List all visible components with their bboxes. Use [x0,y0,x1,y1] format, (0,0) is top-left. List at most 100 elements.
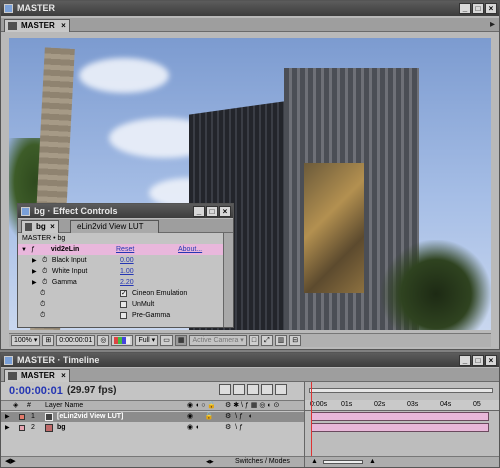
layer-name-column[interactable]: Layer Name [45,401,83,411]
safe-zones-icon[interactable]: ⊞ [42,335,55,346]
maximize-button[interactable]: □ [472,3,484,14]
label-color-swatch[interactable] [19,425,25,431]
motion-blur-icon[interactable] [261,384,273,395]
switches-modes-toggle[interactable]: Switches / Modes [235,457,290,467]
expand-triangle-icon[interactable]: ▶ [32,278,40,289]
time-graph-footer: ▲ ▲ [305,456,499,467]
layer-1-duration-bar[interactable] [311,412,489,421]
fx-toggle-icon[interactable]: ƒ [31,244,39,255]
zoom-in-icon[interactable]: ▲ [369,457,376,467]
tab-master[interactable]: MASTER × [4,19,70,32]
region-of-interest-icon[interactable]: ▭ [160,335,173,346]
stopwatch-icon[interactable]: ⏱ [40,299,48,310]
reset-link[interactable]: Reset [116,244,134,255]
zoom-dropdown[interactable]: 100% ▾ [11,335,41,346]
tab-label: MASTER [21,21,55,30]
time-navigator[interactable] [309,388,493,393]
label-color-swatch[interactable] [19,414,25,420]
effect-controls-titlebar[interactable]: bg · Effect Controls _ □ × [18,204,233,218]
layer-switches-icons: ⚙ ✱ \ ƒ ▦ ◎ ◐ ⊙ [225,402,280,409]
expand-panel-icon[interactable]: ◀▶ [5,457,16,467]
layer-1-effect-switches[interactable]: ⚙ \ ƒ ◐ [225,412,253,422]
effect-tab-row: bg × eLin2vid View LUT [18,219,233,233]
app-icon [21,207,30,216]
time-ruler[interactable]: 0:00s 01s 02s 03s 04s 05 [305,400,499,411]
toggle-panel-icon[interactable]: ◀▶ [206,457,214,467]
checkbox-row-cineon: ⏱ ✓ Cineon Emulation [40,288,188,299]
effect-header-row[interactable]: ▼ ƒ vid2eLin Reset About... [18,244,223,255]
tab-bg[interactable]: bg × [21,220,59,233]
param-row-gamma: ▶ ⏱ Gamma 2.20 [32,277,223,288]
effect-controls-scrollbar[interactable] [223,233,233,327]
tab-master-timeline[interactable]: MASTER × [4,369,70,382]
zoom-out-icon[interactable]: ▲ [311,457,318,467]
about-link[interactable]: About... [178,244,202,255]
pre-gamma-checkbox[interactable] [120,312,127,319]
unmult-checkbox[interactable] [120,301,127,308]
draft-3d-icon[interactable] [275,384,287,395]
layer-outline: 0:00:00:01 (29.97 fps) ◈ # Layer Name ◉ … [1,382,304,467]
minimize-button[interactable]: _ [193,206,205,217]
timeline-title: MASTER · Timeline [17,355,100,365]
expand-triangle-icon[interactable]: ▶ [5,412,13,422]
viewer-titlebar[interactable]: MASTER _ □ × [1,1,499,16]
minimize-button[interactable]: _ [459,355,471,366]
checkbox-row-pregamma: ⏱ Pre-Gamma [40,310,171,321]
stopwatch-icon[interactable]: ⏱ [40,288,48,299]
flowchart-icon[interactable]: ⊟ [289,335,302,346]
black-input-value[interactable]: 0.00 [120,255,134,266]
cineon-emulation-checkbox[interactable]: ✓ [120,290,127,297]
stopwatch-icon[interactable]: ⏱ [42,277,50,288]
channels-icon[interactable] [111,335,134,346]
current-time-indicator[interactable] [311,382,312,467]
transparency-grid-icon[interactable]: ▦ [174,335,188,346]
app-icon [4,4,13,13]
timeline-window: MASTER · Timeline _ □ × MASTER × 0:00:00… [0,352,500,468]
layer-row-1[interactable]: ▶ 1 [eLin2vid View LUT] ◉ 🔒 ⚙ \ ƒ ◐ [1,412,304,422]
gamma-value[interactable]: 2.20 [120,277,134,288]
panel-menu-arrow-icon[interactable]: ▸ [490,19,495,30]
shy-layers-icon[interactable] [233,384,245,395]
ruler-label: 04s [440,401,452,408]
tab-close-icon[interactable]: × [50,221,55,233]
close-button[interactable]: × [485,355,497,366]
layer-row-2[interactable]: ▶ 2 bg ◉ ◖ ⚙ \ ƒ [1,423,304,433]
timecode-field[interactable]: 0:00:00:01 [56,335,96,346]
stopwatch-icon[interactable]: ⏱ [40,310,48,321]
timeline-titlebar[interactable]: MASTER · Timeline _ □ × [1,353,499,367]
white-input-value[interactable]: 1.00 [120,266,134,277]
close-button[interactable]: × [485,3,497,14]
layer-2-switches[interactable]: ◉ ◖ [187,423,199,433]
maximize-button[interactable]: □ [472,355,484,366]
close-button[interactable]: × [219,206,231,217]
stopwatch-icon[interactable]: ⏱ [42,255,50,266]
comp-marker-icon[interactable] [219,384,231,395]
frame-blending-icon[interactable] [247,384,259,395]
expand-triangle-icon[interactable]: ▶ [5,423,13,433]
tab-elin2vid-view-lut[interactable]: eLin2vid View LUT [70,220,159,233]
layer-1-switches[interactable]: ◉ 🔒 [187,412,214,422]
view-layout-icon[interactable]: □ [248,335,260,346]
stopwatch-icon[interactable]: ⏱ [42,266,50,277]
tab-close-icon[interactable]: × [61,20,66,32]
viewer-title: MASTER [17,3,55,13]
expand-triangle-icon[interactable]: ▼ [21,245,29,256]
tab-close-icon[interactable]: × [61,370,66,382]
app-icon [4,356,13,365]
param-row-white-input: ▶ ⏱ White Input 1.00 [32,266,223,277]
snapshot-icon[interactable]: ◎ [97,335,110,346]
effect-controls-content: MASTER • bg ▼ ƒ vid2eLin Reset About... … [18,233,233,327]
camera-dropdown[interactable]: Active Camera ▾ [189,335,247,346]
minimize-button[interactable]: _ [459,3,471,14]
resolution-dropdown[interactable]: Full ▾ [135,335,159,346]
pixel-aspect-icon[interactable]: ⤢ [261,335,273,346]
adjustment-layer-icon [45,413,53,421]
number-column: # [27,402,31,409]
fast-previews-icon[interactable]: ▥ [274,335,288,346]
zoom-slider[interactable] [323,460,363,464]
maximize-button[interactable]: □ [206,206,218,217]
palm-tree-right [381,240,491,330]
current-time[interactable]: 0:00:00:01 [9,385,63,397]
layer-2-duration-bar[interactable] [311,423,489,432]
layer-2-effect-switches[interactable]: ⚙ \ ƒ [225,423,243,433]
